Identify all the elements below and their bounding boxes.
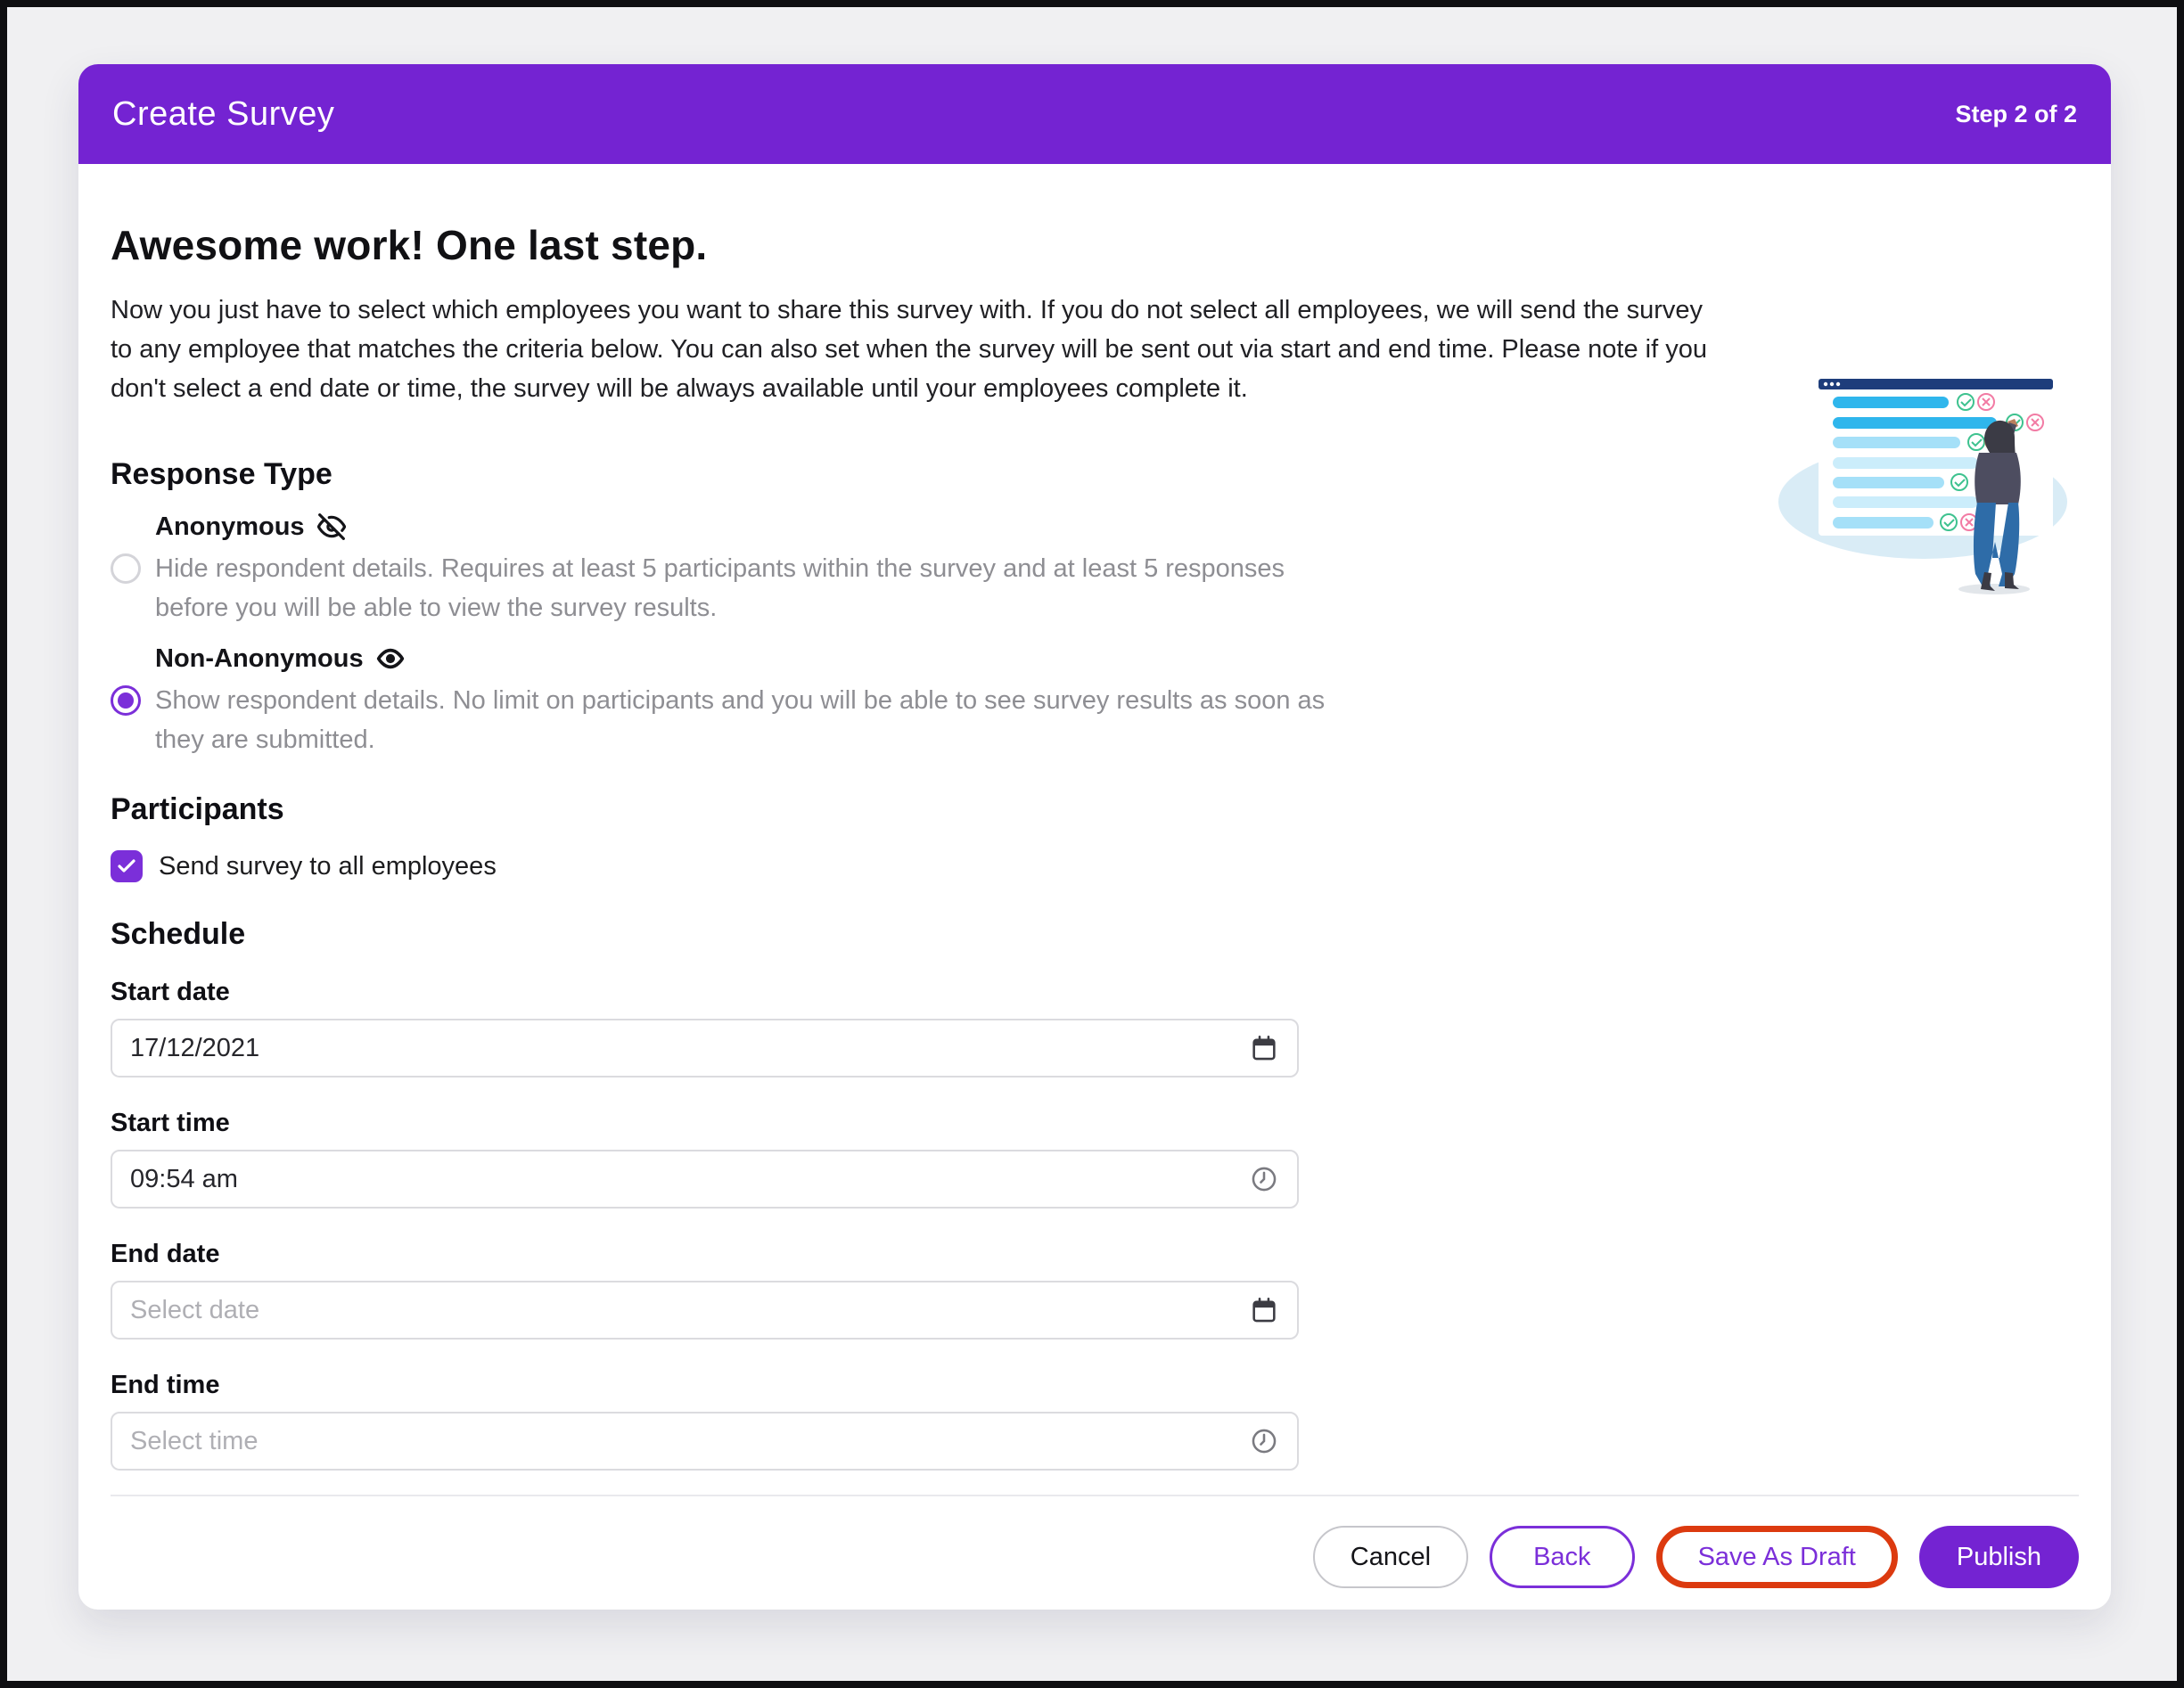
- start-time-input[interactable]: [130, 1164, 1238, 1194]
- clock-icon[interactable]: [1249, 1164, 1279, 1194]
- page-title: Awesome work! One last step.: [111, 222, 708, 268]
- end-date-field: [111, 1281, 1299, 1340]
- eye-off-icon: [316, 513, 346, 540]
- clock-icon[interactable]: [1249, 1426, 1279, 1456]
- option-label-non-anonymous: Non-Anonymous: [155, 643, 2079, 674]
- illustration: [1778, 379, 2067, 594]
- start-time-label: Start time: [111, 1109, 230, 1137]
- radio-non-anonymous[interactable]: [111, 685, 141, 716]
- back-button[interactable]: Back: [1490, 1526, 1635, 1588]
- cancel-button[interactable]: Cancel: [1312, 1526, 1469, 1588]
- option-non-anonymous: Show respondent details. No limit on par…: [111, 681, 2079, 759]
- modal-header: Create Survey Step 2 of 2: [78, 64, 2111, 164]
- modal-title: Create Survey: [112, 94, 335, 133]
- start-date-input[interactable]: [130, 1033, 1238, 1063]
- start-time-field: [111, 1150, 1299, 1209]
- radio-anonymous[interactable]: [111, 553, 141, 584]
- calendar-icon[interactable]: [1249, 1295, 1279, 1325]
- eye-icon: [376, 648, 404, 669]
- checkbox-all-employees[interactable]: [111, 850, 143, 882]
- anonymous-description: Hide respondent details. Requires at lea…: [155, 554, 1285, 622]
- non-anonymous-label: Non-Anonymous: [155, 644, 364, 673]
- section-participants: Participants: [111, 792, 284, 826]
- start-date-label: Start date: [111, 978, 230, 1006]
- all-employees-row: Send survey to all employees: [111, 850, 2079, 882]
- modal-footer: Cancel Back Save As Draft Publish: [111, 1495, 2079, 1588]
- check-icon: [118, 859, 135, 873]
- start-date-field: [111, 1019, 1299, 1078]
- anonymous-label: Anonymous: [155, 512, 305, 541]
- end-date-label: End date: [111, 1240, 220, 1268]
- modal-body: Awesome work! One last step. Now you jus…: [78, 221, 2111, 1471]
- page-description: Now you just have to select which employ…: [111, 296, 1707, 403]
- step-indicator: Step 2 of 2: [1955, 100, 2077, 127]
- end-date-input[interactable]: [130, 1295, 1238, 1325]
- save-as-draft-button[interactable]: Save As Draft: [1655, 1526, 1898, 1588]
- end-time-field: [111, 1412, 1299, 1471]
- calendar-icon[interactable]: [1249, 1033, 1279, 1063]
- end-time-label: End time: [111, 1371, 220, 1399]
- all-employees-label: Send survey to all employees: [159, 851, 497, 881]
- end-time-input[interactable]: [130, 1426, 1238, 1456]
- publish-button[interactable]: Publish: [1918, 1526, 2079, 1588]
- create-survey-modal: Create Survey Step 2 of 2 Awesome work! …: [78, 64, 2111, 1610]
- section-schedule: Schedule: [111, 917, 246, 951]
- non-anonymous-description: Show respondent details. No limit on par…: [155, 686, 1326, 754]
- page-background: Create Survey Step 2 of 2 Awesome work! …: [7, 7, 2177, 1681]
